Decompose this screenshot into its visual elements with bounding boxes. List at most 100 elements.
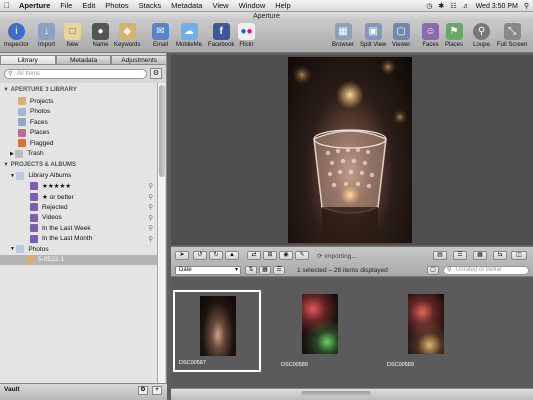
select-tool-button[interactable]: ➤ xyxy=(175,251,189,260)
bluetooth-icon[interactable]: ✱ xyxy=(438,2,444,10)
smart-settings-icon[interactable]: ⚲ xyxy=(148,193,153,201)
email-button[interactable]: ✉ Email xyxy=(152,23,169,48)
flickr-button[interactable]: ● ● Flickr xyxy=(238,23,255,48)
brush-button[interactable]: ✎ xyxy=(295,251,309,260)
sidebar-item-album-rejected[interactable]: Rejected ⚲ xyxy=(0,202,157,213)
grid-mode-button[interactable]: ▦ xyxy=(259,266,271,275)
apple-logo-icon[interactable]:  xyxy=(0,1,14,10)
import-button[interactable]: ↓ Import xyxy=(38,23,55,48)
rotate-right-button[interactable]: ↻ xyxy=(209,251,223,260)
loupe-button[interactable]: ⚲ Loupe xyxy=(473,23,490,48)
browser-horizontal-scrollbar[interactable] xyxy=(171,388,533,400)
tab-library[interactable]: Library xyxy=(0,55,56,65)
straighten-button[interactable]: ⇄ xyxy=(247,251,261,260)
menu-edit[interactable]: Edit xyxy=(77,1,100,10)
sort-direction-button[interactable]: ⇅ xyxy=(245,266,257,275)
scrollbar-thumb[interactable] xyxy=(159,85,165,177)
viewer-button[interactable]: ▢ Viewer xyxy=(392,23,410,48)
list-view-button[interactable]: ☰ xyxy=(453,251,467,260)
loupe-icon: ⚲ xyxy=(473,23,490,40)
sidebar-item-album-five-stars[interactable]: ★★★★★ ⚲ xyxy=(0,181,157,192)
rating-filter-field[interactable]: ⚲ Unrated or Better xyxy=(443,266,529,275)
menu-help[interactable]: Help xyxy=(270,1,295,10)
vault-add-icon[interactable]: + xyxy=(152,386,162,395)
red-eye-icon: ◉ xyxy=(283,252,289,258)
menu-file[interactable]: File xyxy=(55,1,77,10)
image-viewer xyxy=(171,55,533,245)
filmstrip-view-button[interactable]: ▤ xyxy=(433,251,447,260)
list-mode-button[interactable]: ☰ xyxy=(273,266,285,275)
smart-settings-icon[interactable]: ⚲ xyxy=(148,224,153,232)
disclosure-triangle-icon[interactable]: ▼ xyxy=(3,162,11,168)
spotlight-icon[interactable]: ⚲ xyxy=(524,2,529,10)
smart-settings-icon[interactable]: ⚲ xyxy=(148,203,153,211)
places-button[interactable]: ⚑ Places xyxy=(445,23,463,48)
sidebar-item-projects[interactable]: Projects xyxy=(0,96,157,107)
stamp-icon: ✉ xyxy=(152,23,169,40)
swap-button[interactable]: ⇆ xyxy=(493,251,507,260)
library-action-gear-button[interactable]: ⚙ xyxy=(150,68,162,79)
facebook-button[interactable]: f Facebook xyxy=(208,23,234,48)
thumbnail-dsc00588[interactable]: DSC00588 xyxy=(277,290,365,372)
menu-view[interactable]: View xyxy=(207,1,233,10)
thumbnail-dsc00587[interactable]: DSC00587 xyxy=(173,290,261,372)
grid-view-button[interactable]: ▦ xyxy=(473,251,487,260)
scrollbar-thumb[interactable] xyxy=(301,391,371,397)
sidebar-item-album-videos[interactable]: Videos ⚲ xyxy=(0,213,157,224)
menu-bar:  Aperture File Edit Photos Stacks Metad… xyxy=(0,0,533,12)
sidebar-item-project-selected[interactable]: 5-0522-1 xyxy=(0,254,157,265)
sidebar-item-album-one-star[interactable]: ★ or better ⚲ xyxy=(0,192,157,203)
wifi-icon[interactable]: ☷ xyxy=(450,2,456,10)
name-button[interactable]: ● Name xyxy=(92,23,109,48)
lift-stamp-icon: ▲ xyxy=(229,252,235,258)
search-placeholder: All Items xyxy=(17,71,41,77)
thumbnail-dsc00589[interactable]: DSC00589 xyxy=(383,290,471,372)
full-screen-button[interactable]: ⤡ Full Screen xyxy=(497,23,527,48)
new-folder-icon: □ xyxy=(64,23,81,40)
keywords-button[interactable]: ◆ Keywords xyxy=(114,23,140,48)
sort-dropdown[interactable]: Date ▾ xyxy=(175,266,241,275)
menu-aperture[interactable]: Aperture xyxy=(14,1,55,10)
rotate-left-button[interactable]: ↺ xyxy=(193,251,207,260)
mobileme-button[interactable]: ☁ MobileMe xyxy=(176,23,202,48)
smart-settings-icon[interactable]: ⚲ xyxy=(148,214,153,222)
split-toggle-button[interactable]: ◫ xyxy=(511,251,527,260)
faces-button[interactable]: ☺ Faces xyxy=(422,23,439,48)
sidebar-item-photos[interactable]: Photos xyxy=(0,107,157,118)
time-machine-icon[interactable]: ◷ xyxy=(426,2,432,10)
menu-stacks[interactable]: Stacks xyxy=(134,1,167,10)
sidebar-vertical-scrollbar[interactable] xyxy=(157,83,165,383)
tab-metadata[interactable]: Metadata xyxy=(55,55,112,65)
sidebar-item-places[interactable]: Places xyxy=(0,128,157,139)
sidebar-item-photos-folder[interactable]: ▼ Photos xyxy=(0,244,157,255)
filter-hud-button[interactable]: ▢ xyxy=(427,266,439,275)
viewer-icon: ▢ xyxy=(392,23,410,40)
projects-section-header[interactable]: ▼ PROJECTS & ALBUMS xyxy=(0,160,157,171)
sidebar-item-album-last-month[interactable]: In the Last Month ⚲ xyxy=(0,234,157,245)
library-section-header[interactable]: ▼ APERTURE 3 LIBRARY xyxy=(0,85,157,96)
lift-stamp-button[interactable]: ▲ xyxy=(225,251,239,260)
sidebar-item-album-last-week[interactable]: In the Last Week ⚲ xyxy=(0,223,157,234)
smart-settings-icon[interactable]: ⚲ xyxy=(148,235,153,243)
inspector-button[interactable]: i Inspector xyxy=(4,23,29,48)
tab-adjustments[interactable]: Adjustments xyxy=(111,55,168,65)
sidebar-item-trash[interactable]: ▶ Trash xyxy=(0,149,157,160)
main-photo[interactable] xyxy=(288,57,412,243)
crop-button[interactable]: ⊞ xyxy=(263,251,277,260)
split-view-button[interactable]: ▣ Split View xyxy=(360,23,386,48)
volume-icon[interactable]: ♬ xyxy=(463,3,470,10)
disclosure-triangle-icon[interactable]: ▼ xyxy=(3,87,11,93)
new-button[interactable]: □ New xyxy=(64,23,81,48)
smart-settings-icon[interactable]: ⚲ xyxy=(148,182,153,190)
sidebar-item-flagged[interactable]: Flagged xyxy=(0,138,157,149)
menu-window[interactable]: Window xyxy=(234,1,271,10)
browser-button[interactable]: ▦ Browser xyxy=(332,23,354,48)
library-search-field[interactable]: ⚲ All Items xyxy=(4,69,147,79)
menu-photos[interactable]: Photos xyxy=(100,1,133,10)
vault-gear-icon[interactable]: ⚙ xyxy=(138,386,148,395)
sidebar-item-faces[interactable]: Faces xyxy=(0,117,157,128)
menu-metadata[interactable]: Metadata xyxy=(166,1,207,10)
sidebar-item-library-albums[interactable]: ▼ Library Albums xyxy=(0,171,157,182)
red-eye-button[interactable]: ◉ xyxy=(279,251,293,260)
clock[interactable]: Wed 3:50 PM xyxy=(476,3,518,10)
